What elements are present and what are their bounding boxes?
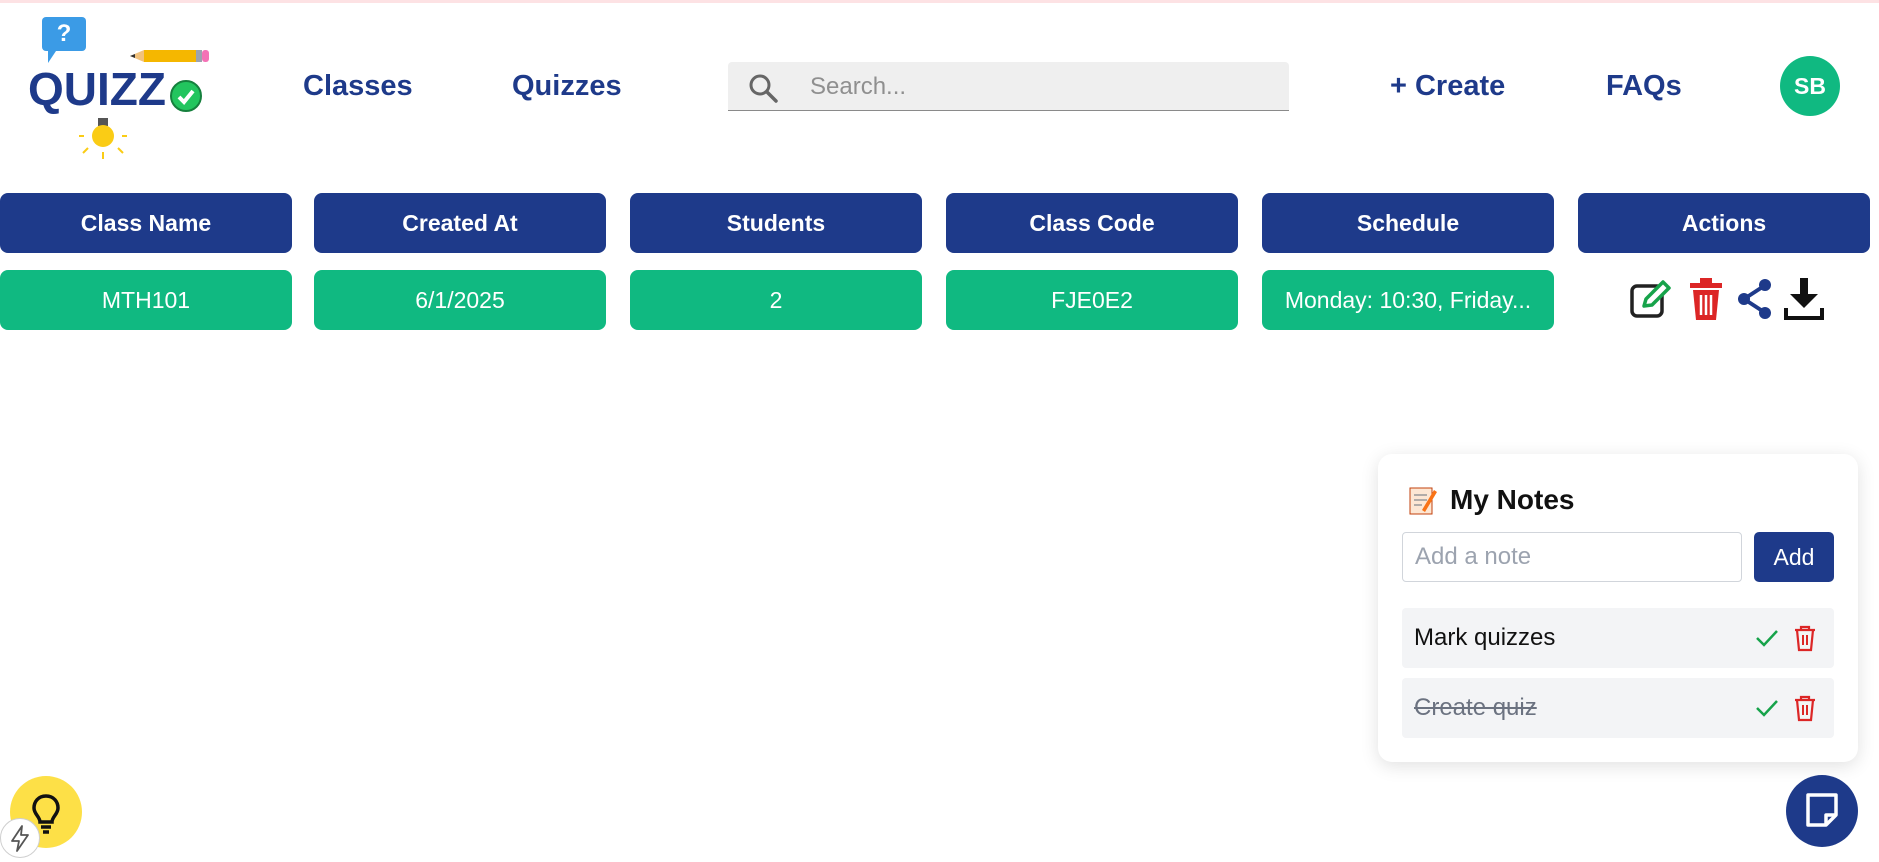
cell-class-name[interactable]: MTH101 (0, 270, 292, 330)
header-students: Students (630, 193, 922, 253)
quick-action-badge[interactable] (0, 818, 40, 858)
note-text: Mark quizzes (1414, 624, 1556, 651)
nav-quizzes-link[interactable]: Quizzes (512, 70, 622, 103)
check-icon[interactable] (1754, 626, 1780, 650)
note-icon (1806, 793, 1838, 827)
bolt-icon (11, 825, 29, 852)
cell-students: 2 (630, 270, 922, 330)
cell-created-at: 6/1/2025 (314, 270, 606, 330)
memo-icon (1409, 487, 1437, 515)
header-class-code: Class Code (946, 193, 1238, 253)
note-item: Create quiz (1402, 678, 1834, 738)
search-input[interactable] (808, 62, 1272, 112)
cell-schedule: Monday: 10:30, Friday... (1262, 270, 1554, 330)
user-avatar[interactable]: SB (1780, 56, 1840, 116)
notes-toggle-button[interactable] (1786, 775, 1858, 847)
search-bar[interactable] (728, 62, 1289, 112)
share-icon[interactable] (1734, 276, 1778, 322)
cell-class-code: FJE0E2 (946, 270, 1238, 330)
nav-classes-link[interactable]: Classes (303, 70, 413, 103)
check-circle-icon (170, 80, 202, 112)
create-button[interactable]: + Create (1390, 70, 1505, 103)
note-input[interactable] (1402, 532, 1742, 582)
header-class-name: Class Name (0, 193, 292, 253)
header-created-at: Created At (314, 193, 606, 253)
notes-header: My Notes (1408, 484, 1574, 516)
notes-title: My Notes (1450, 484, 1575, 515)
search-icon (749, 74, 778, 103)
lightbulb-icon (79, 118, 127, 159)
logo-wordmark: QUIZZ (28, 63, 166, 115)
header-actions: Actions (1578, 193, 1870, 253)
note-item: Mark quizzes (1402, 608, 1834, 668)
download-icon[interactable] (1782, 276, 1826, 322)
trash-icon[interactable] (1792, 624, 1818, 652)
add-note-button[interactable]: Add (1754, 532, 1834, 582)
quizzo-logo[interactable]: ? QUIZZ (26, 14, 209, 159)
question-bubble-icon: ? (42, 17, 86, 63)
row-actions (1626, 276, 1826, 326)
faqs-link[interactable]: FAQs (1606, 70, 1682, 103)
trash-icon[interactable] (1792, 694, 1818, 722)
notes-panel: My Notes Add Mark quizzes Create quiz (1378, 454, 1858, 762)
edit-icon[interactable] (1628, 276, 1672, 322)
top-accent-line (0, 0, 1879, 3)
header-schedule: Schedule (1262, 193, 1554, 253)
check-icon[interactable] (1754, 696, 1780, 720)
trash-icon[interactable] (1684, 276, 1728, 322)
note-text-completed: Create quiz (1414, 694, 1537, 721)
